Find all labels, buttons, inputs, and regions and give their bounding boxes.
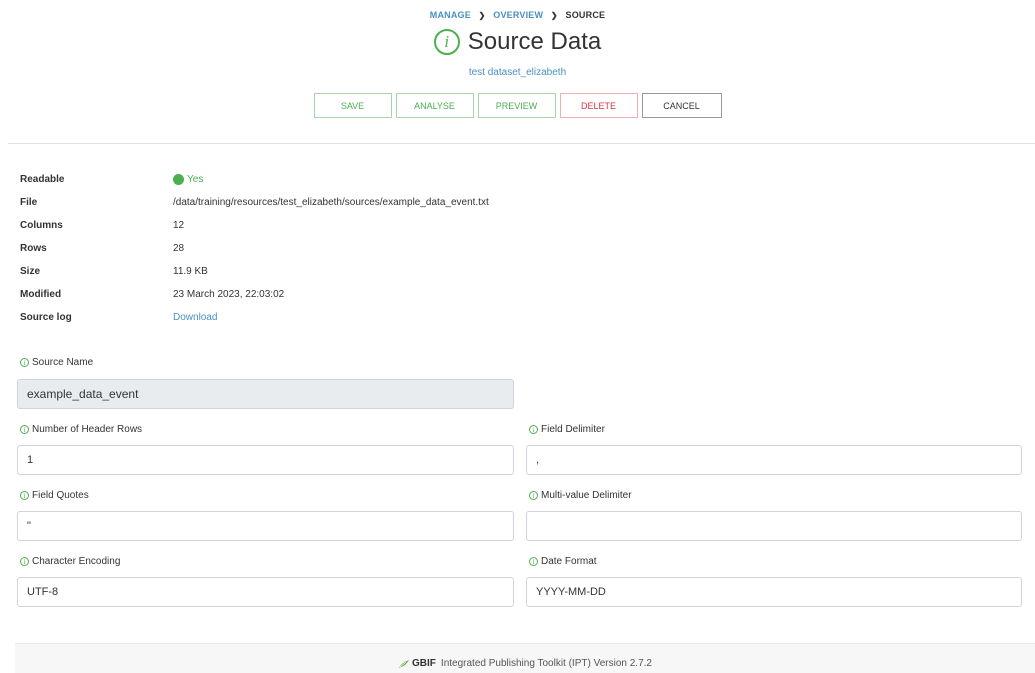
info-row-columns: Columns 12 — [20, 220, 489, 243]
save-button[interactable]: SAVE — [313, 93, 392, 118]
info-row-modified: Modified 23 March 2023, 22:03:02 — [20, 289, 489, 312]
breadcrumb: MANAGE ❯ OVERVIEW ❯ SOURCE — [0, 10, 1035, 20]
source-info-table: Readable Yes File /data/training/resourc… — [20, 174, 489, 335]
field-delimiter-input[interactable]: , — [526, 445, 1022, 475]
gbif-logo[interactable]: GBIF — [398, 658, 436, 669]
columns-value: 12 — [173, 220, 185, 231]
cancel-button[interactable]: CANCEL — [641, 93, 722, 118]
divider — [8, 143, 1035, 144]
info-icon[interactable]: i — [529, 557, 538, 566]
status-dot-icon — [173, 174, 184, 185]
multi-delimiter-label: i Multi-value Delimiter — [529, 490, 632, 501]
columns-label: Columns — [20, 220, 63, 231]
resource-link[interactable]: test dataset_elizabeth — [0, 67, 1035, 78]
encoding-label-text: Character Encoding — [32, 556, 121, 567]
info-icon[interactable]: i — [529, 491, 538, 500]
chevron-right-icon: ❯ — [478, 11, 486, 20]
date-format-input[interactable]: YYYY-MM-DD — [526, 577, 1022, 607]
info-icon[interactable]: i — [20, 425, 29, 434]
breadcrumb-manage-link[interactable]: MANAGE — [430, 10, 471, 20]
info-row-readable: Readable Yes — [20, 174, 489, 197]
info-icon[interactable]: i — [20, 358, 29, 367]
date-format-label: i Date Format — [529, 556, 597, 567]
info-row-source-log: Source log Download — [20, 312, 489, 335]
header-rows-label: i Number of Header Rows — [20, 424, 142, 435]
info-row-rows: Rows 28 — [20, 243, 489, 266]
footer-text: Integrated Publishing Toolkit (IPT) Vers… — [440, 658, 652, 669]
readable-value: Yes — [173, 174, 203, 197]
breadcrumb-current: SOURCE — [565, 10, 606, 20]
multi-delimiter-label-text: Multi-value Delimiter — [541, 490, 632, 501]
rows-value: 28 — [173, 243, 185, 254]
analyse-button[interactable]: ANALYSE — [395, 93, 474, 118]
chevron-right-icon: ❯ — [550, 11, 558, 20]
source-name-label-text: Source Name — [32, 357, 94, 368]
gbif-logo-text: GBIF — [412, 658, 436, 669]
readable-text: Yes — [187, 174, 204, 185]
field-quotes-label-text: Field Quotes — [32, 490, 89, 501]
source-name-label: i Source Name — [20, 357, 93, 368]
header-rows-input[interactable]: 1 — [17, 445, 514, 475]
action-toolbar: SAVE ANALYSE PREVIEW DELETE CANCEL — [0, 93, 1035, 118]
info-icon[interactable]: i — [20, 557, 29, 566]
file-value: /data/training/resources/test_elizabeth/… — [173, 197, 489, 208]
date-format-label-text: Date Format — [541, 556, 597, 567]
field-quotes-label: i Field Quotes — [20, 490, 89, 501]
footer: GBIF Integrated Publishing Toolkit (IPT)… — [15, 643, 1035, 673]
source-log-label: Source log — [20, 312, 72, 323]
readable-label: Readable — [20, 174, 65, 185]
info-icon[interactable]: i — [529, 425, 538, 434]
delete-button[interactable]: DELETE — [559, 93, 638, 118]
download-log-link[interactable]: Download — [173, 312, 217, 335]
field-quotes-input[interactable]: " — [17, 511, 514, 541]
multi-delimiter-input[interactable] — [526, 511, 1022, 541]
source-name-input[interactable]: example_data_event — [17, 379, 514, 409]
info-row-size: Size 11.9 KB — [20, 266, 489, 289]
info-circle-icon[interactable]: i — [433, 29, 460, 55]
size-value: 11.9 KB — [173, 266, 208, 277]
modified-label: Modified — [20, 289, 62, 300]
gbif-leaf-icon — [399, 659, 410, 668]
info-icon[interactable]: i — [20, 491, 29, 500]
header-rows-label-text: Number of Header Rows — [32, 424, 143, 435]
encoding-input[interactable]: UTF-8 — [17, 577, 514, 607]
field-delimiter-label: i Field Delimiter — [529, 424, 605, 435]
info-row-file: File /data/training/resources/test_eliza… — [20, 197, 489, 220]
field-delimiter-label-text: Field Delimiter — [541, 424, 605, 435]
rows-label: Rows — [20, 243, 47, 254]
page-header: i Source Data — [0, 28, 1035, 56]
file-label: File — [20, 197, 38, 208]
modified-value: 23 March 2023, 22:03:02 — [173, 289, 285, 300]
encoding-label: i Character Encoding — [20, 556, 120, 567]
page-title: Source Data — [467, 28, 602, 55]
size-label: Size — [20, 266, 41, 277]
breadcrumb-overview-link[interactable]: OVERVIEW — [493, 10, 543, 20]
preview-button[interactable]: PREVIEW — [477, 93, 556, 118]
